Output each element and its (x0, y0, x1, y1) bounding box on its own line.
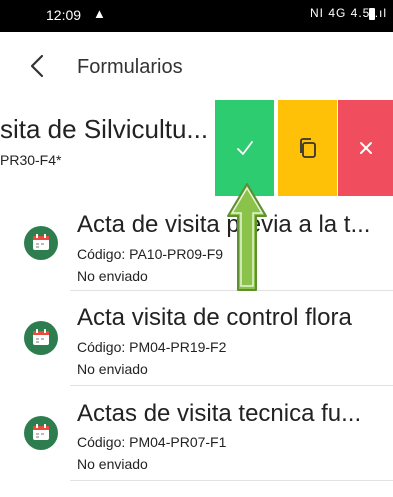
list-item-code: Código: PA10-PR09-F9 (77, 246, 224, 262)
alert-icon: ▲ (93, 6, 106, 21)
battery-icon (369, 8, 375, 20)
swiped-item-code: PR30-F4* (0, 152, 62, 168)
check-icon (237, 141, 253, 155)
status-bar: 12:09 ▲ NI 4G 4.5 .ıl (0, 0, 393, 32)
back-button[interactable] (22, 50, 54, 82)
copy-action-button[interactable] (278, 100, 337, 196)
list-item-code: Código: PM04-PR19-F2 (77, 339, 227, 355)
list-item-title: Acta de visita previa a la t... (77, 211, 371, 238)
status-indicators: NI 4G 4.5 .ıl (310, 6, 388, 20)
list-item[interactable]: Actas de visita tecnica fu... Código: PM… (0, 386, 393, 481)
list-item[interactable]: Acta de visita previa a la t... Código: … (0, 196, 393, 291)
calendar-icon (24, 226, 58, 260)
chevron-left-icon (30, 54, 44, 78)
up-arrow-icon (227, 183, 267, 291)
list-item-title: Actas de visita tecnica fu... (77, 400, 362, 427)
divider (70, 480, 393, 481)
list-item-code: Código: PM04-PR07-F1 (77, 434, 227, 450)
list-item[interactable]: Acta visita de control flora Código: PM0… (0, 291, 393, 386)
calendar-icon (24, 416, 58, 450)
page-title: Formularios (77, 56, 183, 78)
calendar-icon (24, 321, 58, 355)
list-item-status: No enviado (77, 268, 148, 284)
list-item-status: No enviado (77, 361, 148, 377)
delete-action-button[interactable] (338, 100, 393, 196)
status-time: 12:09 (46, 7, 82, 23)
close-icon (360, 142, 372, 154)
swiped-item-title: sita de Silvicultu... (0, 114, 209, 144)
copy-icon (300, 138, 316, 158)
app-bar: Formularios (0, 32, 393, 100)
swiped-list-item[interactable]: sita de Silvicultu... PR30-F4* (0, 100, 393, 196)
list-item-title: Acta visita de control flora (77, 304, 352, 331)
list-item-status: No enviado (77, 456, 148, 472)
